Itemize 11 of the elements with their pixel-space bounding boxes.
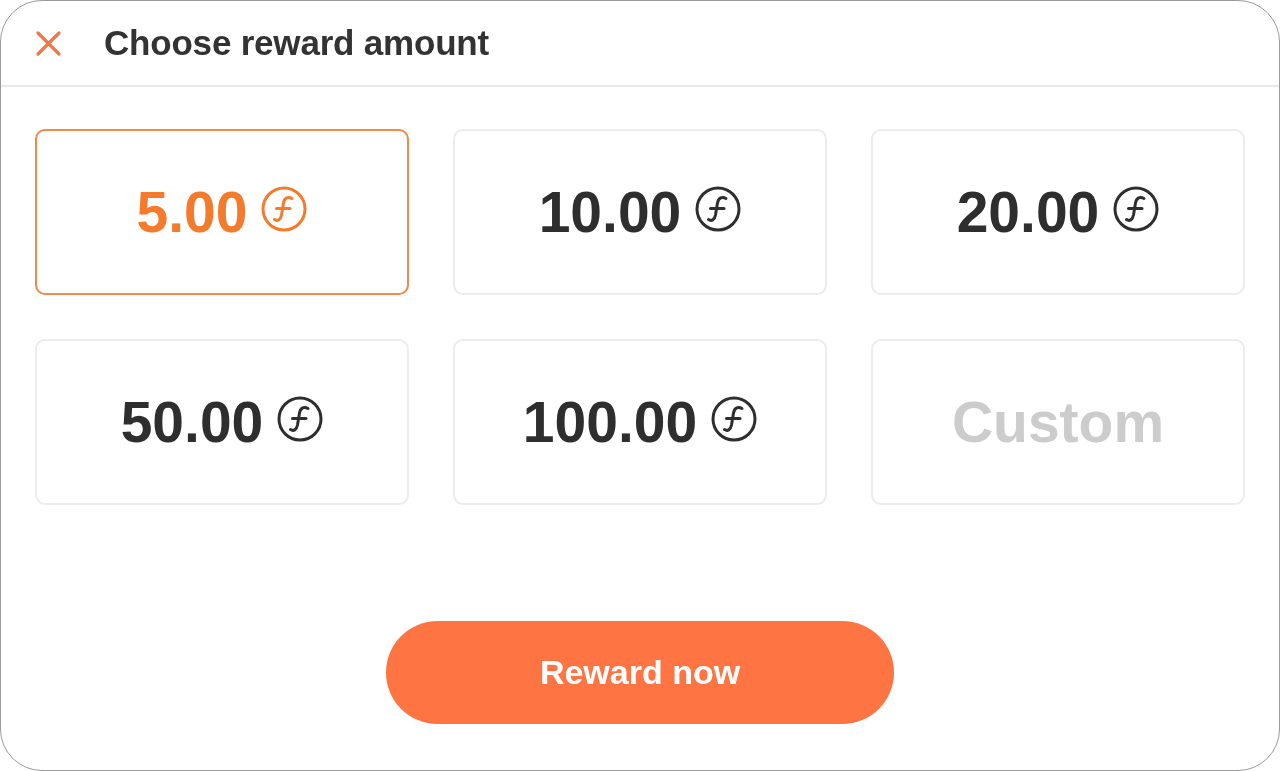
coin-icon (261, 186, 308, 232)
amount-option[interactable]: 10.00 (453, 129, 827, 295)
amount-option[interactable]: 100.00 (453, 339, 827, 505)
close-icon[interactable] (35, 29, 62, 57)
amount-option[interactable]: 20.00 (871, 129, 1245, 295)
coin-icon (277, 396, 324, 442)
coin-icon (1113, 186, 1160, 232)
amount-option[interactable]: 50.00 (35, 339, 409, 505)
coin-icon (711, 396, 758, 442)
coin-icon (695, 186, 742, 232)
dialog-title: Choose reward amount (104, 23, 489, 63)
